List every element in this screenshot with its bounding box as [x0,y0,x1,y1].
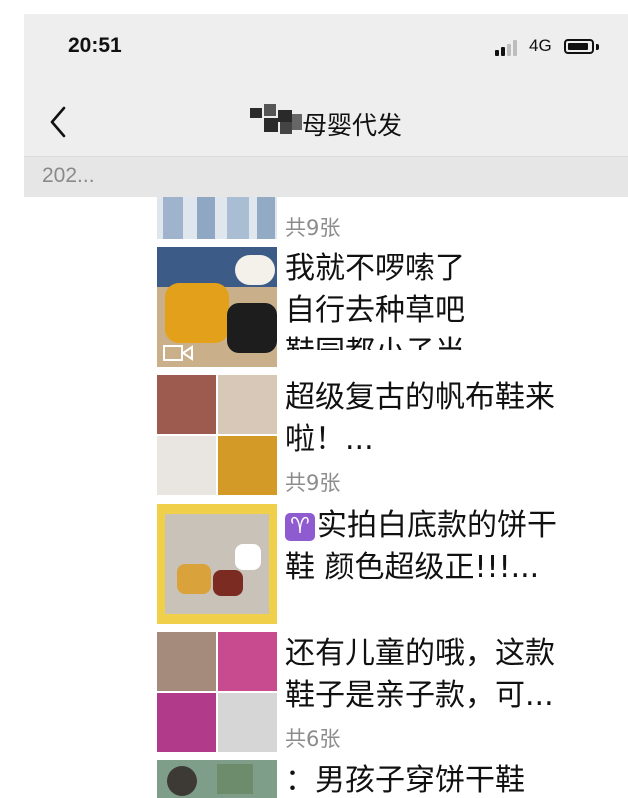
post-text-content: 实拍白底款的饼干 [317,508,557,543]
post-thumbnail[interactable] [157,375,277,495]
chevron-left-icon [50,106,66,138]
network-type: 4G [529,36,552,55]
battery-icon [564,39,594,54]
nav-bar: 母婴代发 [24,90,628,156]
post-feed[interactable]: … … … 共9张 我就不啰嗦了 自行去种草吧 鞋园都小子当 超级复古的帆布鞋来… [0,197,628,798]
photo-count: 共9张 [285,216,341,240]
photo-count: 共9张 [285,471,341,495]
signal-icon [495,40,523,56]
photo-count: 共6张 [285,727,341,751]
post-thumbnail[interactable] [157,197,277,239]
post-text-line: … … … [285,197,394,204]
status-bar: 20:51 4G [24,14,628,90]
post-thumbnail[interactable] [157,760,277,798]
post-text-line: 啦！... [285,422,374,457]
post-text-line: 超级复古的帆布鞋来 [285,380,555,415]
post-text-line: 鞋子是亲子款，可... [285,678,554,713]
date-label: 202... [42,164,95,187]
title-text: 母婴代发 [302,111,403,140]
post-text-line: 我就不啰嗦了 [285,251,465,286]
status-time: 20:51 [68,34,122,57]
post-text-line: ♈ 实拍白底款的饼干 [285,507,557,544]
post-thumbnail[interactable] [157,632,277,752]
post-thumbnail[interactable] [157,247,277,367]
post-text-line: 还有儿童的哦，这款 [285,636,555,671]
post-text-line: 鞋 颜色超级正!!!... [285,550,540,585]
video-icon [163,345,193,361]
aries-emoji-icon: ♈ [285,513,315,541]
post-text-line: 自行去种草吧 [285,293,465,328]
battery-tip [596,44,599,50]
date-header: 202... [24,156,628,197]
back-button[interactable] [44,104,74,140]
post-thumbnail[interactable] [157,504,277,624]
post-text-line: 鞋园都小子当 [285,334,465,350]
post-text-line: ：男孩子穿饼干鞋 [285,763,525,798]
